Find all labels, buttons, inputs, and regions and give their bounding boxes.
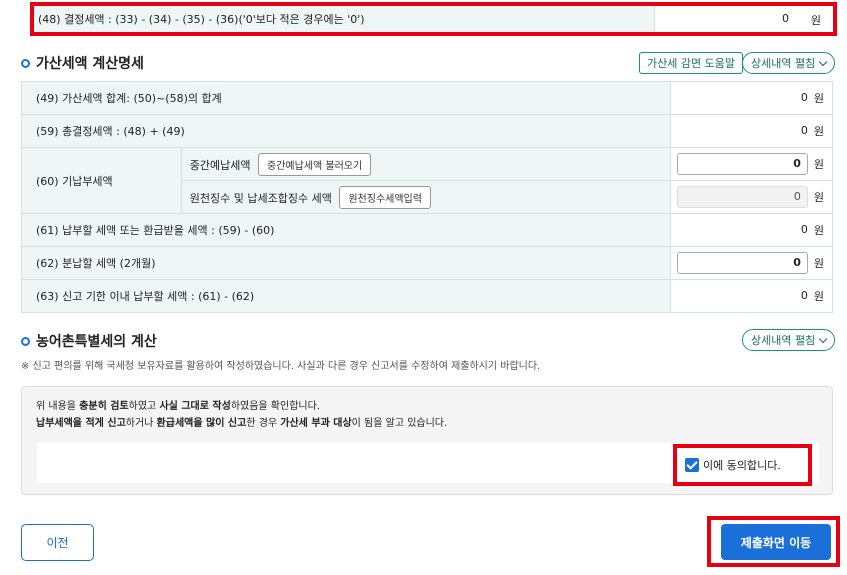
row-62-label: (62) 분납할 세액 (2개월) bbox=[20, 246, 672, 280]
section-penalty-title: 가산세액 계산명세 bbox=[21, 53, 144, 73]
table-row-62: (62) 분납할 세액 (2개월) 0원 bbox=[20, 246, 833, 280]
row-49-value: 0 bbox=[800, 91, 808, 104]
row-60-label: (60) 기납부세액 bbox=[21, 147, 182, 214]
agree-checkbox-area[interactable]: 이에 동의합니다. bbox=[673, 444, 812, 486]
table-row-49: (49) 가산세액 합계: (50)~(58)의 합계 0원 bbox=[20, 81, 833, 115]
penalty-calc-table: (49) 가산세액 합계: (50)~(58)의 합계 0원 (59) 총결정세… bbox=[20, 81, 833, 313]
penalty-detail-toggle-button[interactable]: 상세내역 펼침 bbox=[742, 52, 836, 74]
withholding-tax-label: 원천징수 및 납세조합징수 세액 bbox=[189, 191, 332, 205]
row-48-label: (48) 결정세액 : (33) - (34) - (35) - (36)('0… bbox=[34, 6, 655, 32]
penalty-help-button[interactable]: 가산세 감면 도움말 bbox=[639, 52, 743, 74]
bullet-icon bbox=[21, 336, 30, 346]
section-rural-title: 농어촌특별세의 계산 bbox=[21, 331, 157, 351]
rural-detail-toggle-button[interactable]: 상세내역 펼침 bbox=[742, 329, 836, 351]
interim-tax-label: 중간예납세액 bbox=[189, 158, 251, 172]
agreement-text: 위 내용을 충분히 검토하였고 사실 그대로 작성하였음을 확인합니다. 납부세… bbox=[36, 401, 448, 429]
row-49-label: (49) 가산세액 합계: (50)~(58)의 합계 bbox=[20, 81, 672, 115]
submit-button-highlight: 제출화면 이동 bbox=[707, 516, 840, 567]
load-interim-tax-button[interactable]: 중간예납세액 불러오기 bbox=[258, 152, 372, 176]
notice-text: ※ 신고 편의를 위해 국세청 보유자료를 활용하여 작성하였습니다. 사실과 … bbox=[21, 361, 541, 372]
chevron-down-icon bbox=[818, 334, 828, 343]
bullet-icon bbox=[21, 58, 30, 68]
agree-checkbox-label[interactable]: 이에 동의합니다. bbox=[703, 457, 781, 473]
submit-screen-button[interactable]: 제출화면 이동 bbox=[721, 524, 831, 560]
table-row-63: (63) 신고 기한 이내 납부할 세액 : (61) - (62) 0원 bbox=[20, 279, 833, 313]
row-61-value: 0 bbox=[800, 223, 808, 236]
interim-tax-input[interactable]: 0 bbox=[676, 153, 808, 175]
row-59-label: (59) 총결정세액 : (48) + (49) bbox=[20, 114, 672, 148]
row-63-label: (63) 신고 기한 이내 납부할 세액 : (61) - (62) bbox=[20, 279, 672, 313]
prev-button[interactable]: 이전 bbox=[21, 524, 94, 561]
row-59-value: 0 bbox=[800, 124, 808, 137]
table-row-61: (61) 납부할 세액 또는 환급받을 세액 : (59) - (60) 0원 bbox=[20, 213, 833, 247]
agree-checkbox[interactable] bbox=[685, 458, 699, 472]
row-48-decided-tax: (48) 결정세액 : (33) - (34) - (35) - (36)('0… bbox=[30, 2, 837, 36]
withholding-tax-input-button[interactable]: 원천징수세액입력 bbox=[339, 185, 431, 209]
withholding-tax-input: 0 bbox=[676, 186, 808, 208]
row-63-value: 0 bbox=[800, 289, 808, 302]
table-row-60-1: (60) 기납부세액 중간예납세액 중간예납세액 불러오기 0원 bbox=[21, 147, 833, 214]
row-48-value: 0 bbox=[782, 12, 789, 25]
table-row-59: (59) 총결정세액 : (48) + (49) 0원 bbox=[20, 114, 833, 148]
row-48-unit: 원 bbox=[810, 14, 821, 27]
chevron-down-icon bbox=[818, 57, 828, 66]
installment-tax-input[interactable]: 0 bbox=[676, 252, 808, 274]
row-61-label: (61) 납부할 세액 또는 환급받을 세액 : (59) - (60) bbox=[20, 213, 672, 247]
